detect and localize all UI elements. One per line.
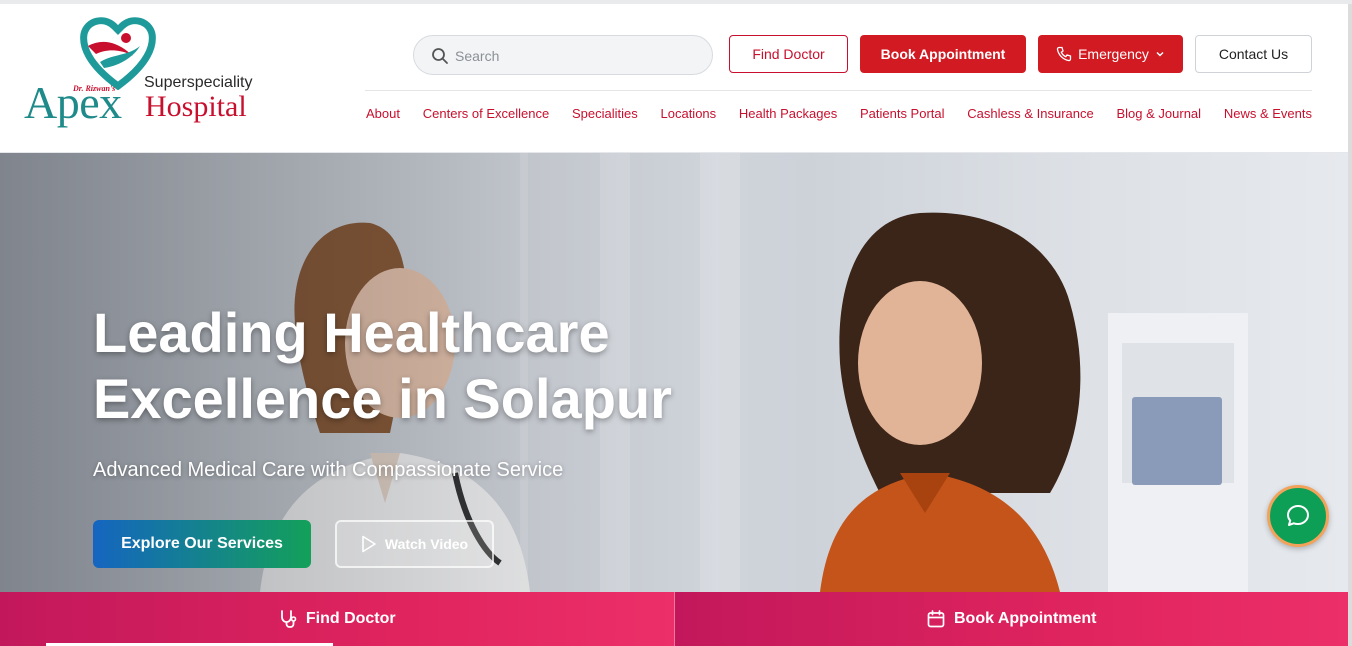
hospital-logo[interactable]: Dr. Rizwan's Superspeciality Apex Hospit… bbox=[24, 16, 264, 134]
contact-us-button[interactable]: Contact Us bbox=[1195, 35, 1312, 73]
explore-services-label: Explore Our Services bbox=[121, 535, 283, 552]
nav-item-news-events[interactable]: News & Events bbox=[1224, 106, 1312, 124]
chevron-down-icon bbox=[1156, 51, 1164, 57]
hero-title-line2: Excellence in Solapur bbox=[93, 367, 672, 430]
nav-item-health-packages[interactable]: Health Packages bbox=[739, 106, 837, 124]
nav-item-locations[interactable]: Locations bbox=[661, 106, 717, 124]
chat-button[interactable] bbox=[1267, 485, 1329, 547]
search-input[interactable] bbox=[455, 45, 695, 67]
bottom-book-appointment-label: Book Appointment bbox=[954, 610, 1097, 627]
page-scrollbar[interactable] bbox=[1348, 4, 1352, 646]
main-navigation: About Centers of Excellence Specialities… bbox=[366, 106, 1312, 124]
site-header: Dr. Rizwan's Superspeciality Apex Hospit… bbox=[0, 4, 1348, 153]
storage-box bbox=[1132, 397, 1222, 485]
hero-subtitle: Advanced Medical Care with Compassionate… bbox=[93, 459, 564, 481]
calendar-icon bbox=[927, 610, 945, 628]
book-appointment-label: Book Appointment bbox=[880, 46, 1006, 62]
nav-divider bbox=[365, 90, 1312, 91]
logo-name-suffix: Hospital bbox=[145, 90, 247, 123]
hero-section: Leading Healthcare Excellence in Solapur… bbox=[0, 153, 1348, 592]
book-appointment-button[interactable]: Book Appointment bbox=[860, 35, 1026, 73]
bottom-find-doctor-label: Find Doctor bbox=[305, 610, 396, 627]
emergency-label: Emergency bbox=[1078, 46, 1149, 62]
contact-us-label: Contact Us bbox=[1218, 46, 1289, 62]
chat-bubble-icon bbox=[1287, 505, 1309, 526]
search-icon bbox=[432, 48, 448, 64]
watch-video-label: Watch Video bbox=[384, 536, 469, 552]
nav-item-about[interactable]: About bbox=[366, 106, 400, 124]
hero-title: Leading Healthcare Excellence in Solapur bbox=[93, 300, 733, 432]
bottom-find-doctor-button[interactable]: Find Doctor bbox=[0, 592, 674, 646]
bottom-book-appointment-button[interactable]: Book Appointment bbox=[673, 592, 1348, 646]
phone-icon bbox=[1056, 46, 1072, 62]
logo-name: Apex bbox=[24, 77, 122, 128]
explore-services-button[interactable]: Explore Our Services bbox=[93, 520, 311, 568]
sticky-bottom-bar: Find Doctor Book Appointment bbox=[0, 592, 1348, 646]
watch-video-button[interactable]: Watch Video bbox=[335, 520, 494, 568]
play-icon bbox=[362, 535, 376, 553]
patient-figure bbox=[820, 212, 1081, 592]
nav-item-blog-journal[interactable]: Blog & Journal bbox=[1117, 106, 1202, 124]
stethoscope-icon bbox=[280, 610, 297, 628]
nav-item-patients-portal[interactable]: Patients Portal bbox=[860, 106, 945, 124]
nav-item-specialities[interactable]: Specialities bbox=[572, 106, 638, 124]
hero-title-line1: Leading Healthcare bbox=[93, 301, 610, 364]
emergency-button[interactable]: Emergency bbox=[1038, 35, 1183, 73]
search-box[interactable] bbox=[413, 35, 713, 75]
nav-item-cashless-insurance[interactable]: Cashless & Insurance bbox=[967, 106, 1093, 124]
find-doctor-button[interactable]: Find Doctor bbox=[729, 35, 848, 73]
find-doctor-label: Find Doctor bbox=[752, 46, 825, 62]
nav-item-centers-of-excellence[interactable]: Centers of Excellence bbox=[423, 106, 549, 124]
